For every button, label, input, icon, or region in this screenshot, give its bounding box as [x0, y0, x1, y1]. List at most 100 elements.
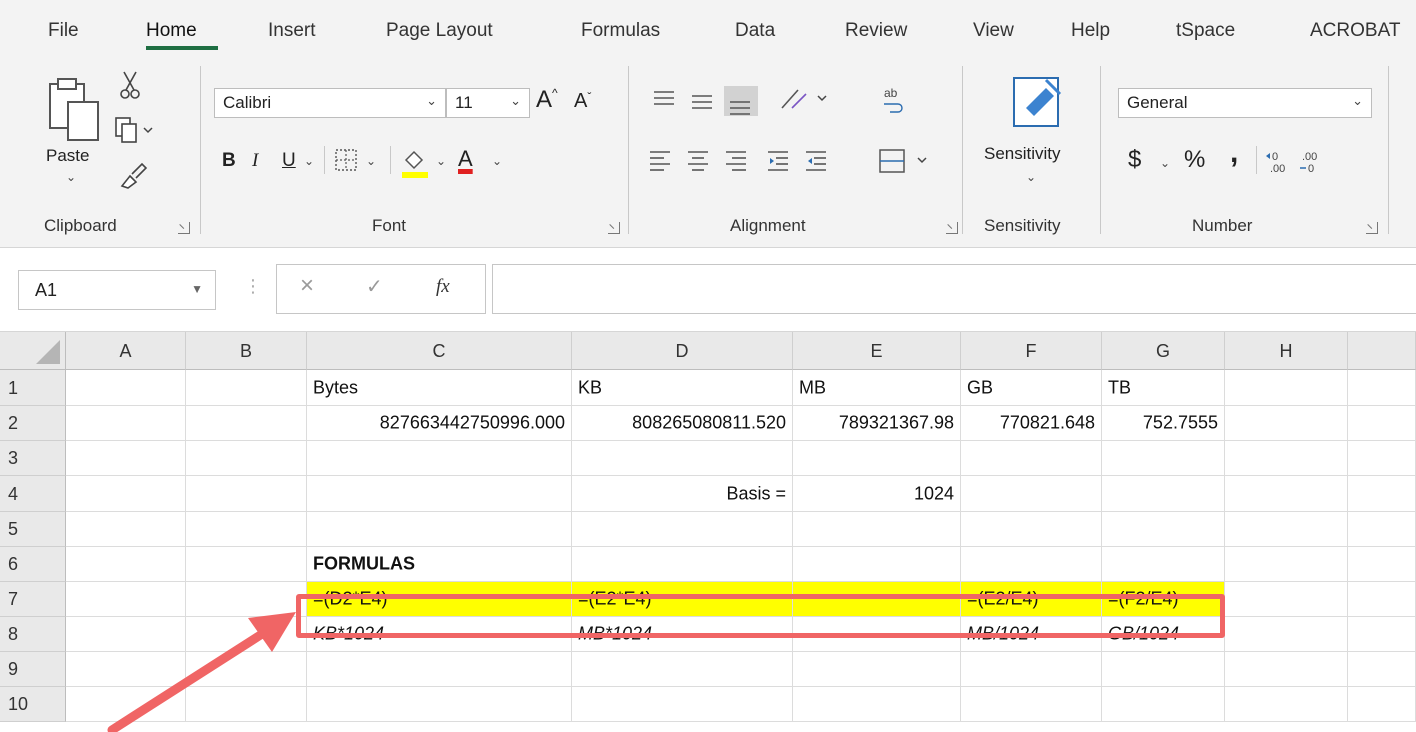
cell-h5[interactable]	[1225, 512, 1348, 547]
cell-b9[interactable]	[186, 652, 307, 687]
row-header-7[interactable]: 7	[0, 582, 66, 617]
cell-e10[interactable]	[793, 687, 961, 722]
italic-button[interactable]: I	[252, 150, 258, 172]
decimal-adjust-icons[interactable]: 0 .00 .00 0	[1264, 148, 1328, 176]
cell-d10[interactable]	[572, 687, 793, 722]
column-header-d[interactable]: D	[572, 332, 793, 370]
font-size-select[interactable]: 11 ⌄	[446, 88, 530, 118]
clipboard-launcher-icon[interactable]	[178, 222, 190, 234]
merge-center-icon[interactable]	[878, 146, 934, 176]
cell-f2[interactable]: 770821.648	[961, 406, 1102, 441]
cell-a5[interactable]	[66, 512, 186, 547]
cell-e8[interactable]	[793, 617, 961, 652]
row-header-4[interactable]: 4	[0, 476, 66, 512]
enter-icon[interactable]: ✓	[366, 274, 383, 299]
column-header-b[interactable]: B	[186, 332, 307, 370]
underline-button[interactable]: U	[282, 150, 296, 172]
cell-d2[interactable]: 808265080811.520	[572, 406, 793, 441]
cell-h9[interactable]	[1225, 652, 1348, 687]
bold-button[interactable]: B	[222, 150, 236, 172]
cell-g6[interactable]	[1102, 547, 1225, 582]
row-header-10[interactable]: 10	[0, 687, 66, 722]
cell-i3[interactable]	[1348, 441, 1416, 476]
tab-page-layout[interactable]: Page Layout	[386, 20, 493, 42]
cell-h8[interactable]	[1225, 617, 1348, 652]
select-all-corner[interactable]	[0, 332, 66, 370]
increase-font-size-button[interactable]: A^	[536, 86, 558, 114]
cell-e6[interactable]	[793, 547, 961, 582]
cancel-icon[interactable]: ×	[300, 272, 314, 300]
cell-f10[interactable]	[961, 687, 1102, 722]
cell-i4[interactable]	[1348, 476, 1416, 512]
cell-b10[interactable]	[186, 687, 307, 722]
borders-dropdown-icon[interactable]: ⌄	[366, 154, 376, 168]
paste-dropdown-icon[interactable]: ⌄	[66, 170, 76, 184]
cell-d3[interactable]	[572, 441, 793, 476]
cell-f7[interactable]: =(E2/E4)	[961, 582, 1102, 617]
cut-icon[interactable]	[118, 70, 142, 100]
column-header-c[interactable]: C	[307, 332, 572, 370]
column-header-a[interactable]: A	[66, 332, 186, 370]
cell-f5[interactable]	[961, 512, 1102, 547]
font-color-dropdown-icon[interactable]: ⌄	[492, 154, 502, 168]
sensitivity-dropdown-icon[interactable]: ⌄	[1026, 170, 1036, 184]
sensitivity-icon[interactable]	[1008, 74, 1068, 130]
decrease-font-size-button[interactable]: Aˇ	[574, 90, 591, 113]
tab-home[interactable]: Home	[146, 20, 197, 42]
row-header-1[interactable]: 1	[0, 370, 66, 406]
column-header-f[interactable]: F	[961, 332, 1102, 370]
cell-d8[interactable]: MB*1024	[572, 617, 793, 652]
font-name-select[interactable]: Calibri ⌄	[214, 88, 446, 118]
cell-a6[interactable]	[66, 547, 186, 582]
underline-dropdown-icon[interactable]: ⌄	[304, 154, 314, 168]
cell-c4[interactable]	[307, 476, 572, 512]
comma-style-button[interactable]: ,	[1230, 136, 1238, 170]
cell-c1[interactable]: Bytes	[307, 370, 572, 406]
column-header-e[interactable]: E	[793, 332, 961, 370]
cell-f3[interactable]	[961, 441, 1102, 476]
cell-b4[interactable]	[186, 476, 307, 512]
cell-f6[interactable]	[961, 547, 1102, 582]
cell-c7[interactable]: =(D2*E4)	[307, 582, 572, 617]
cell-e5[interactable]	[793, 512, 961, 547]
column-header-g[interactable]: G	[1102, 332, 1225, 370]
cell-d9[interactable]	[572, 652, 793, 687]
paste-label[interactable]: Paste	[46, 146, 89, 166]
cell-d1[interactable]: KB	[572, 370, 793, 406]
cell-b3[interactable]	[186, 441, 307, 476]
cell-e3[interactable]	[793, 441, 961, 476]
name-box[interactable]: A1 ▼	[18, 270, 216, 310]
cell-b5[interactable]	[186, 512, 307, 547]
tab-insert[interactable]: Insert	[268, 20, 316, 42]
currency-button[interactable]: $	[1128, 146, 1141, 174]
cell-d4[interactable]: Basis =	[572, 476, 793, 512]
cell-a7[interactable]	[66, 582, 186, 617]
sensitivity-button[interactable]: Sensitivity	[984, 144, 1061, 164]
cell-g9[interactable]	[1102, 652, 1225, 687]
format-painter-icon[interactable]	[118, 160, 150, 190]
cell-g10[interactable]	[1102, 687, 1225, 722]
cell-i2[interactable]	[1348, 406, 1416, 441]
cell-i10[interactable]	[1348, 687, 1416, 722]
cell-g3[interactable]	[1102, 441, 1225, 476]
cell-d5[interactable]	[572, 512, 793, 547]
cell-i8[interactable]	[1348, 617, 1416, 652]
row-header-5[interactable]: 5	[0, 512, 66, 547]
wrap-text-icon[interactable]: ab	[880, 84, 908, 114]
horizontal-alignment-icons[interactable]	[648, 146, 858, 176]
cell-b6[interactable]	[186, 547, 307, 582]
insert-function-icon[interactable]: fx	[436, 276, 450, 298]
cell-c2[interactable]: 827663442750996.000	[307, 406, 572, 441]
tab-formulas[interactable]: Formulas	[581, 20, 660, 42]
number-launcher-icon[interactable]	[1366, 222, 1378, 234]
column-header-i[interactable]	[1348, 332, 1416, 370]
cell-i1[interactable]	[1348, 370, 1416, 406]
cell-f1[interactable]: GB	[961, 370, 1102, 406]
orientation-icon[interactable]	[778, 84, 838, 114]
currency-dropdown-icon[interactable]: ⌄	[1160, 156, 1170, 170]
cell-a10[interactable]	[66, 687, 186, 722]
cell-c3[interactable]	[307, 441, 572, 476]
cell-i9[interactable]	[1348, 652, 1416, 687]
tab-file[interactable]: File	[48, 20, 79, 42]
cell-a9[interactable]	[66, 652, 186, 687]
